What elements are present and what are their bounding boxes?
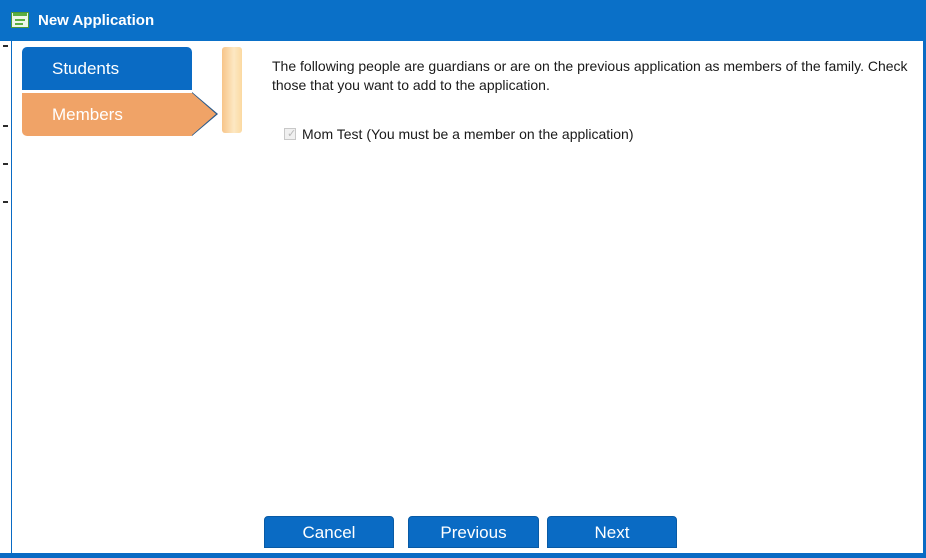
new-application-window: New Application Students Members The fol… — [0, 0, 926, 558]
content-panel: Students Members The following people ar… — [12, 41, 923, 553]
active-step-arrow-icon — [192, 93, 216, 135]
step-progress-rail — [222, 47, 242, 133]
form-icon — [11, 12, 29, 28]
wizard-nav: Students Members — [22, 47, 222, 137]
window-title: New Application — [38, 12, 155, 29]
nav-item-students[interactable]: Students — [22, 47, 192, 90]
member-checkbox[interactable]: ✓ — [284, 128, 296, 140]
nav-item-members[interactable]: Members — [22, 93, 192, 136]
next-button[interactable]: Next — [547, 516, 677, 548]
member-label: Mom Test (You must be a member on the ap… — [302, 126, 634, 142]
previous-button[interactable]: Previous — [408, 516, 539, 548]
left-edge-strip — [0, 41, 11, 558]
title-bar: New Application — [0, 0, 926, 41]
bottom-border — [0, 553, 926, 558]
cancel-button[interactable]: Cancel — [264, 516, 394, 548]
instructions-text: The following people are guardians or ar… — [272, 58, 908, 93]
checkmark-icon: ✓ — [287, 128, 297, 140]
